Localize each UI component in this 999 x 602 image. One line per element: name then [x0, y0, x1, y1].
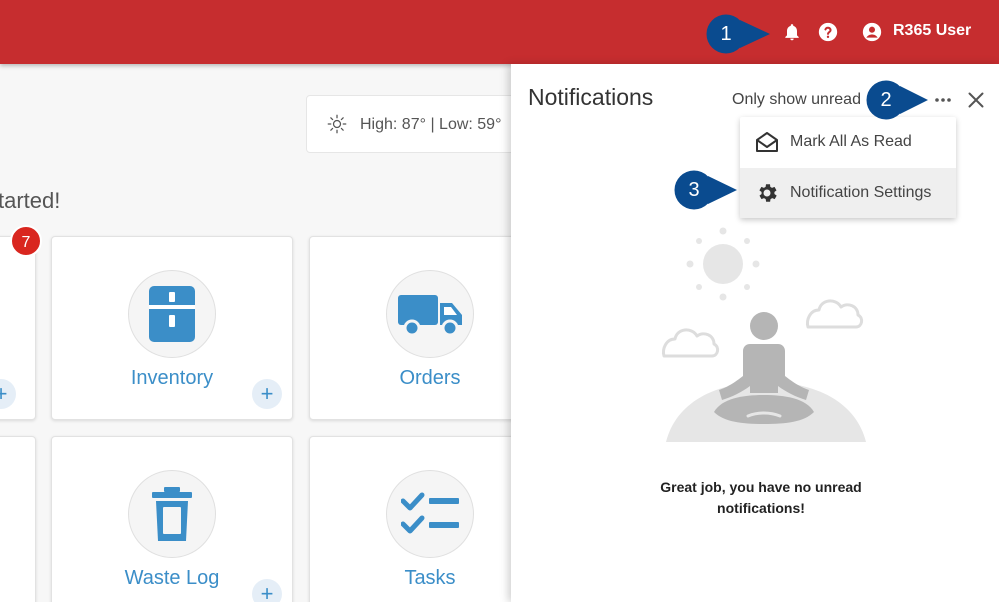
menu-item-notification-settings[interactable]: Notification Settings: [740, 168, 956, 218]
callout-badge-2: 2: [866, 80, 930, 120]
close-icon: [968, 92, 984, 108]
card-inventory[interactable]: Inventory +: [51, 236, 293, 420]
menu-item-label: Mark All As Read: [790, 133, 912, 150]
help-icon[interactable]: [816, 20, 840, 44]
card-icon-circle: [128, 270, 216, 358]
card-partial-left-bottom[interactable]: [0, 436, 36, 602]
callout-number: 1: [720, 23, 732, 45]
truck-icon: [398, 295, 462, 337]
callout-badge-1: 1: [706, 14, 772, 54]
card-icon-circle: [386, 470, 474, 558]
sun-icon: [327, 114, 347, 134]
card-partial-left-top[interactable]: +: [0, 236, 36, 420]
menu-item-label: Notification Settings: [790, 184, 932, 201]
add-button[interactable]: +: [0, 379, 16, 409]
menu-item-mark-all-read[interactable]: Mark All As Read: [740, 117, 956, 167]
more-options-button[interactable]: [931, 90, 955, 110]
notifications-panel: Notifications Only show unread Mark All …: [511, 64, 999, 602]
trash-icon: [152, 487, 192, 541]
close-panel-button[interactable]: [964, 88, 988, 112]
card-icon-circle: [128, 470, 216, 558]
callout-number: 2: [880, 89, 892, 111]
fridge-icon: [149, 286, 195, 342]
more-horizontal-icon: [935, 98, 951, 102]
card-icon-circle: [386, 270, 474, 358]
add-waste-log-button[interactable]: +: [252, 579, 282, 602]
top-bar: R365 User: [0, 0, 999, 64]
callout-badge-3: 3: [674, 170, 738, 210]
empty-state-message: Great job, you have no unread notificati…: [511, 477, 999, 519]
gear-icon: [759, 184, 777, 202]
checklist-icon: [401, 492, 459, 534]
account-icon[interactable]: [860, 20, 884, 44]
bell-icon[interactable]: [780, 20, 804, 44]
callout-number: 3: [688, 179, 700, 201]
add-inventory-button[interactable]: +: [252, 379, 282, 409]
empty-state-line-1: Great job, you have no unread: [660, 479, 862, 495]
card-waste-log[interactable]: Waste Log +: [51, 436, 293, 602]
envelope-open-icon: [756, 132, 778, 152]
meditation-illustration: [662, 227, 866, 442]
user-name[interactable]: R365 User: [893, 22, 971, 40]
panel-title: Notifications: [528, 84, 654, 110]
count-badge: 7: [10, 225, 42, 257]
empty-state-line-2: notifications!: [717, 500, 805, 516]
only-show-unread-toggle[interactable]: Only show unread: [732, 91, 861, 109]
weather-text: High: 87° | Low: 59°: [360, 116, 502, 133]
getting-started-heading: tarted!: [0, 188, 61, 213]
notifications-options-menu: Mark All As Read Notification Settings: [740, 117, 956, 218]
